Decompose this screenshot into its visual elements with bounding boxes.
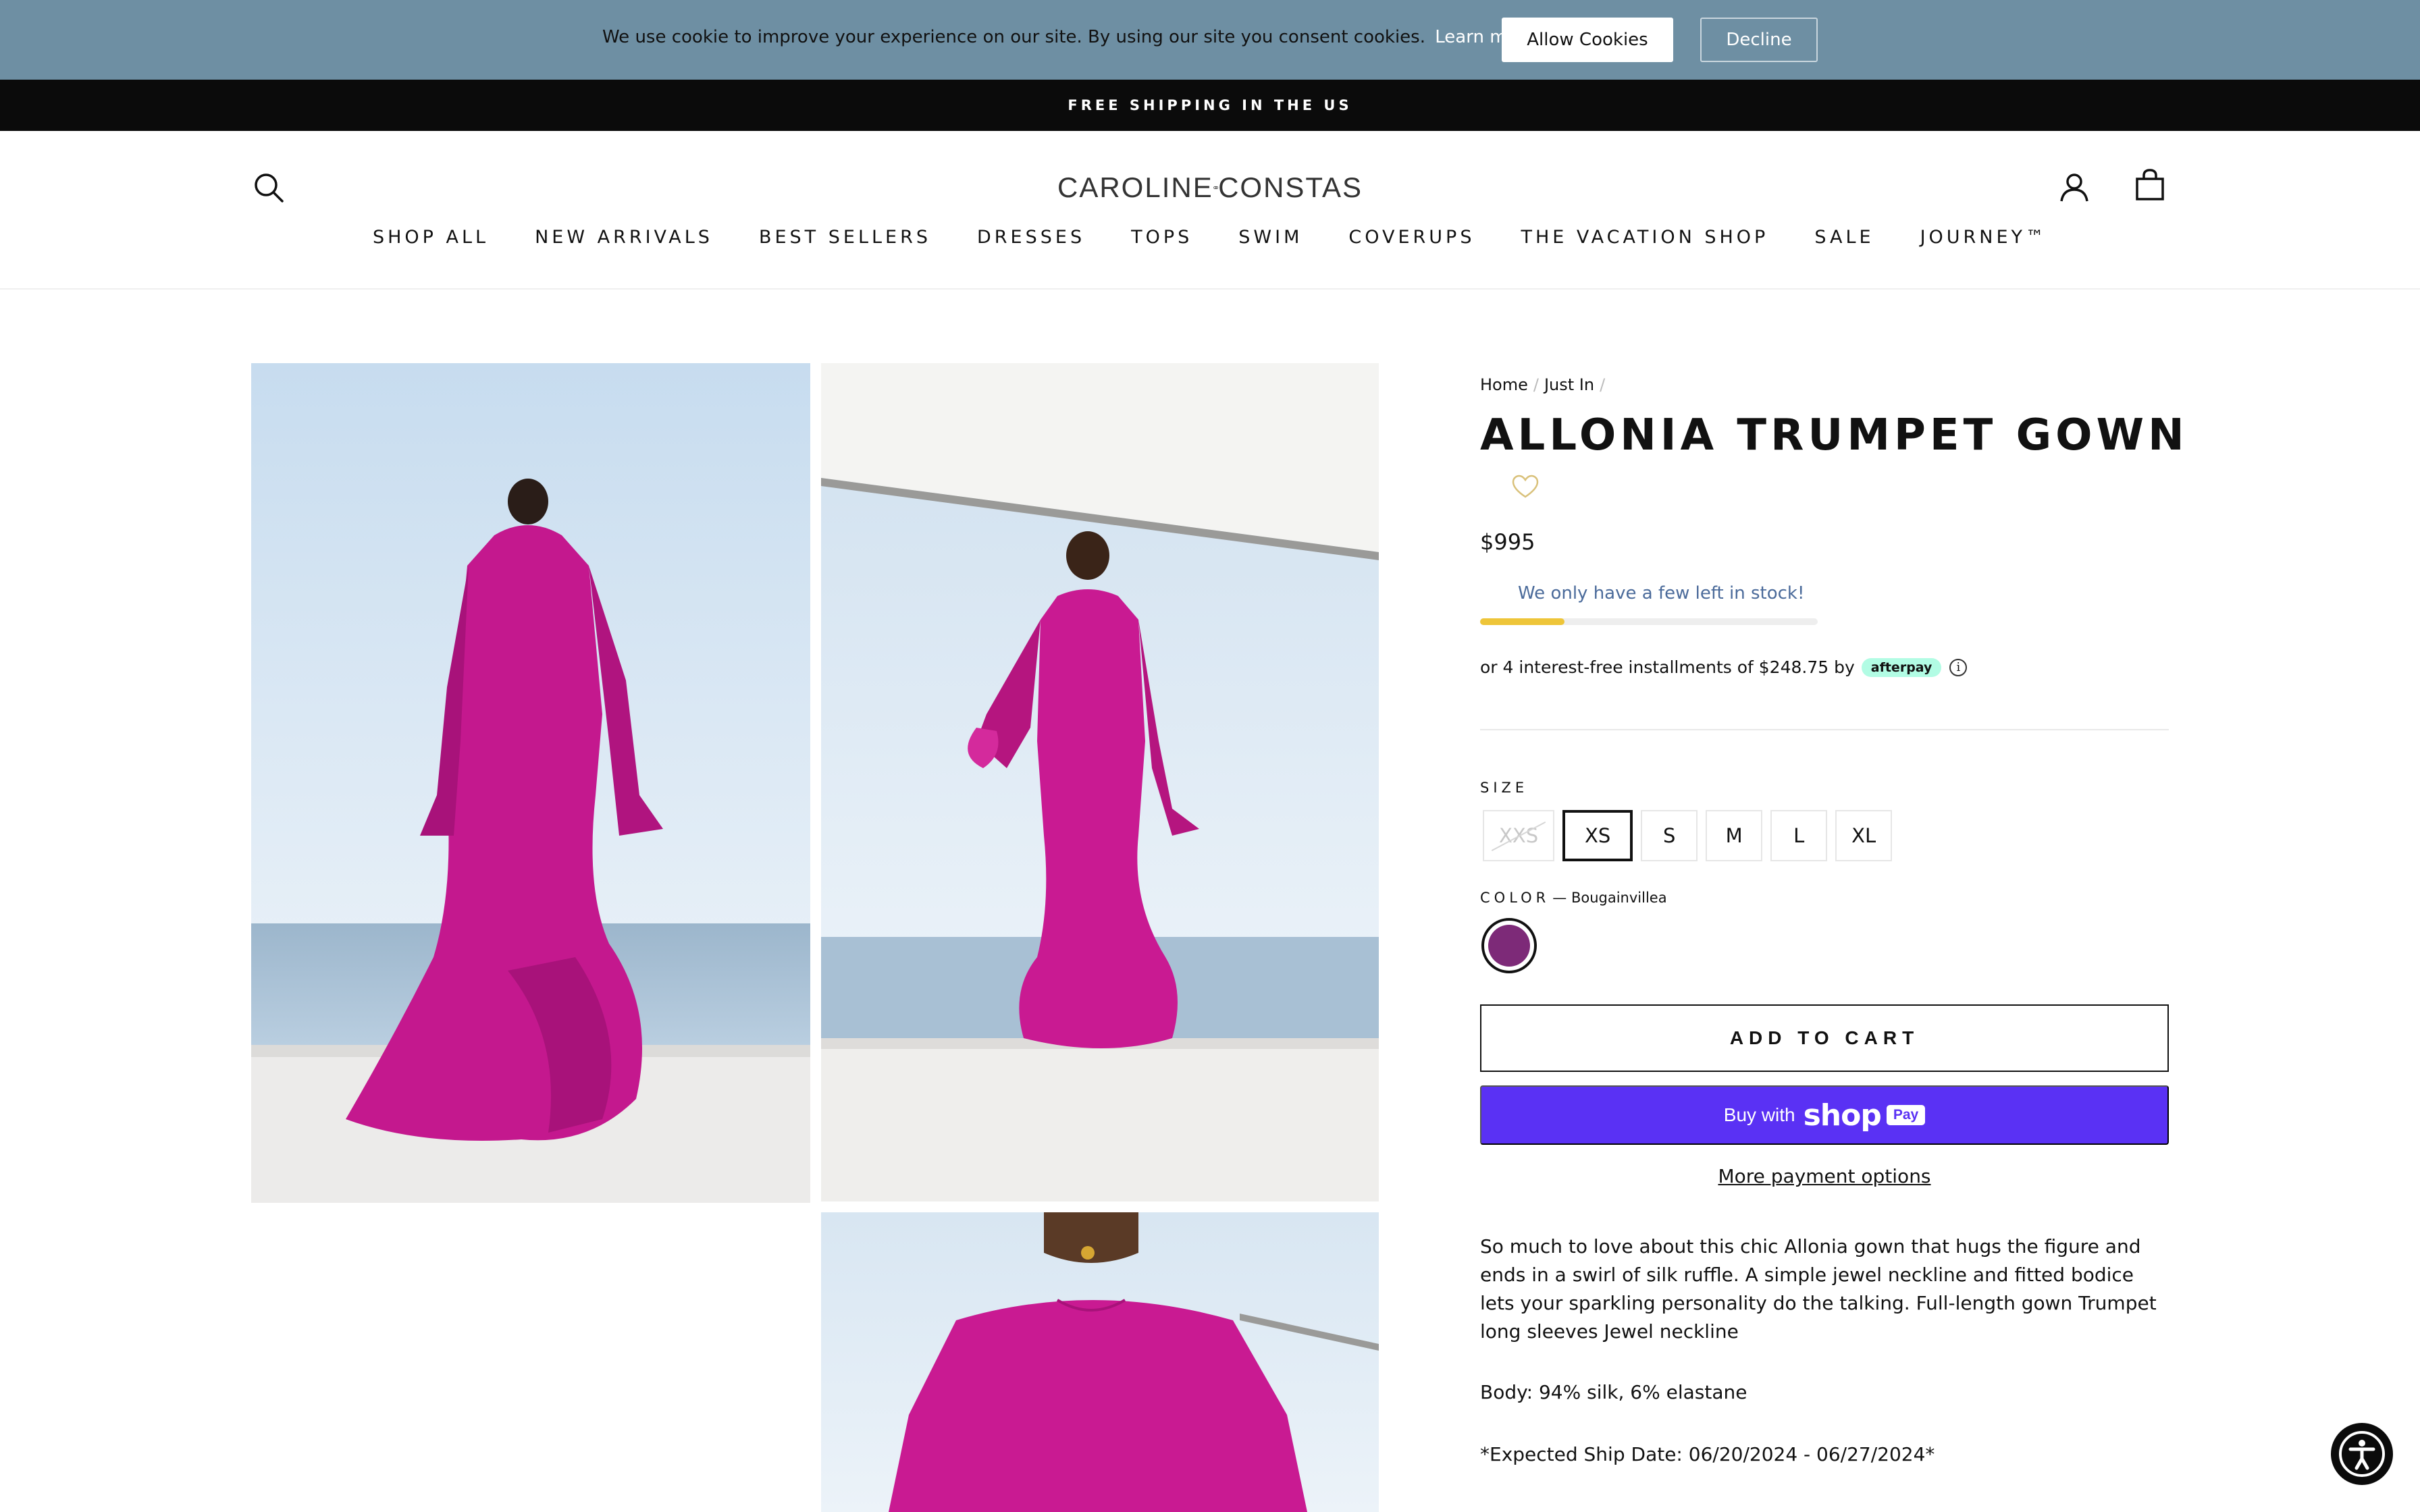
nav-swim[interactable]: SWIM <box>1238 227 1303 248</box>
announcement-bar: FREE SHIPPING IN THE US <box>0 80 2420 131</box>
nav-dresses[interactable]: DRESSES <box>977 227 1085 248</box>
size-option-xl[interactable]: XL <box>1835 810 1893 861</box>
product-price: $995 <box>1480 529 1535 555</box>
ship-date: *Expected Ship Date: 06/20/2024 - 06/27/… <box>1480 1443 1935 1465</box>
shop-pay-badge: Pay <box>1886 1105 1926 1125</box>
more-payment-options-link[interactable]: More payment options <box>1480 1165 2169 1187</box>
site-header: CAROLINE CONSTAS SHOP ALL NEW ARRIVALS B… <box>0 131 2420 290</box>
color-label-text: COLOR <box>1480 890 1550 906</box>
nav-new-arrivals[interactable]: NEW ARRIVALS <box>535 227 713 248</box>
size-label: SIZE <box>1480 780 1529 796</box>
nav-vacation-shop[interactable]: THE VACATION SHOP <box>1521 227 1768 248</box>
product-image-back[interactable] <box>251 363 810 1203</box>
shop-pay-button[interactable]: Buy with shop Pay <box>1480 1085 2169 1145</box>
logo-text-left: CAROLINE <box>1057 171 1213 203</box>
stock-level-bar <box>1480 618 1818 625</box>
nav-sale[interactable]: SALE <box>1814 227 1874 248</box>
breadcrumb-just-in[interactable]: Just In <box>1544 375 1594 394</box>
product-image-detail[interactable] <box>821 1212 1379 1512</box>
account-icon[interactable] <box>2057 170 2092 205</box>
nav-best-sellers[interactable]: BEST SELLERS <box>759 227 931 248</box>
add-to-cart-button[interactable]: ADD TO CART <box>1480 1004 2169 1072</box>
decline-cookies-button[interactable]: Decline <box>1700 18 1818 62</box>
product-title: ALLONIA TRUMPET GOWN <box>1480 410 2188 460</box>
accessibility-icon[interactable] <box>2331 1423 2393 1485</box>
cookie-banner: We use cookie to improve your experience… <box>0 0 2420 80</box>
size-option-m[interactable]: M <box>1706 810 1763 861</box>
logo-text-right: CONSTAS <box>1218 171 1363 203</box>
nav-tops[interactable]: TOPS <box>1131 227 1192 248</box>
logo-mark-icon <box>1213 186 1218 190</box>
heart-icon[interactable] <box>1511 474 1540 500</box>
product-image-front[interactable] <box>821 363 1379 1202</box>
shop-pay-prefix: Buy with <box>1723 1104 1795 1125</box>
color-swatch-bougainvillea[interactable] <box>1481 918 1537 973</box>
cookie-message: We use cookie to improve your experience… <box>602 27 1535 47</box>
brand-logo[interactable]: CAROLINE CONSTAS <box>1057 169 1363 207</box>
color-label: COLOR — Bougainvillea <box>1480 890 1667 906</box>
allow-cookies-button[interactable]: Allow Cookies <box>1502 18 1673 62</box>
cart-icon[interactable] <box>2132 167 2167 202</box>
size-option-l[interactable]: L <box>1770 810 1828 861</box>
shop-pay-logo: shop <box>1803 1098 1882 1133</box>
stock-message: We only have a few left in stock! <box>1518 583 1805 603</box>
nav-journey[interactable]: JOURNEY™ <box>1920 227 2048 248</box>
afterpay-text: or 4 interest-free installments of $248.… <box>1480 657 1855 677</box>
color-swatch-fill <box>1488 925 1530 967</box>
main-nav: SHOP ALL NEW ARRIVALS BEST SELLERS DRESS… <box>0 227 2420 248</box>
announcement-text: FREE SHIPPING IN THE US <box>1068 97 1352 113</box>
nav-coverups[interactable]: COVERUPS <box>1348 227 1475 248</box>
search-icon[interactable] <box>251 170 286 205</box>
afterpay-message: or 4 interest-free installments of $248.… <box>1480 657 1968 677</box>
breadcrumb-separator: / <box>1600 375 1606 394</box>
nav-shop-all[interactable]: SHOP ALL <box>373 227 489 248</box>
size-selector: XXS XS S M L XL <box>1483 810 1900 861</box>
breadcrumb-separator: / <box>1533 375 1539 394</box>
size-option-xs[interactable]: XS <box>1562 810 1633 861</box>
color-value: — Bougainvillea <box>1552 890 1667 906</box>
breadcrumb-home[interactable]: Home <box>1480 375 1528 394</box>
product-description: So much to love about this chic Allonia … <box>1480 1235 2157 1343</box>
divider <box>1480 729 2169 730</box>
size-option-xxs[interactable]: XXS <box>1483 810 1555 861</box>
stock-level-fill <box>1480 618 1564 625</box>
info-icon[interactable]: i <box>1949 658 1968 676</box>
cookie-message-text: We use cookie to improve your experience… <box>602 27 1425 47</box>
product-material: Body: 94% silk, 6% elastane <box>1480 1381 1747 1403</box>
afterpay-badge: afterpay <box>1861 657 1942 677</box>
size-option-s[interactable]: S <box>1641 810 1698 861</box>
breadcrumb: Home / Just In / <box>1480 375 1610 394</box>
